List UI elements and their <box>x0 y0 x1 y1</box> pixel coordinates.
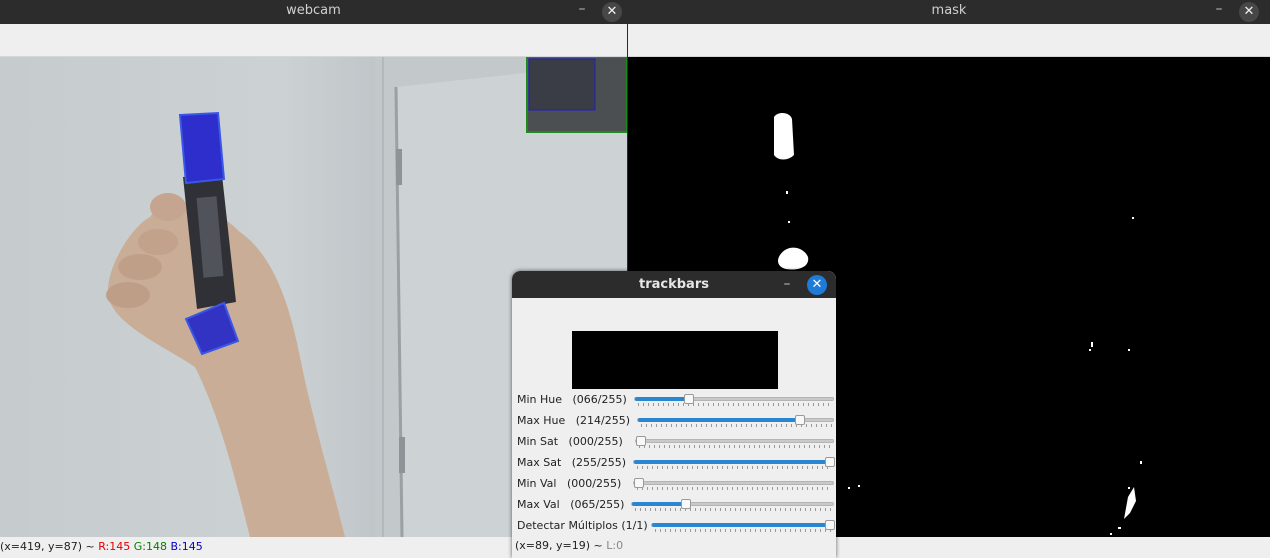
trackbar-min-val: Min Val (000/255) <box>512 474 836 495</box>
close-icon[interactable]: ✕ <box>807 275 827 295</box>
trackbar-label: Min Sat (000/255) <box>517 435 623 448</box>
mask-titlebar[interactable]: mask – ✕ <box>628 0 1270 24</box>
trackbar-detectar-multiplos: Detectar Múltiplos (1/1) <box>512 516 836 537</box>
minimize-icon[interactable]: – <box>1210 2 1228 20</box>
slider-fill <box>634 460 833 464</box>
minimize-icon[interactable]: – <box>573 2 591 20</box>
slider-track[interactable] <box>633 457 835 467</box>
trackbar-label: Min Hue (066/255) <box>517 393 627 406</box>
slider-track[interactable] <box>637 415 834 425</box>
pixel-g-value: G:148 <box>133 540 167 553</box>
trackbars-statusbar: (x=89, y=19) ~ L:0 <box>515 539 623 552</box>
webcam-titlebar[interactable]: webcam – ✕ <box>0 0 627 24</box>
trackbar-label: Max Hue (214/255) <box>517 414 631 427</box>
trackbar-min-hue: Min Hue (066/255) <box>512 390 836 411</box>
slider-ticks <box>637 466 832 469</box>
trackbar-label: Detectar Múltiplos (1/1) <box>517 519 648 532</box>
trackbar-max-hue: Max Hue (214/255) <box>512 411 836 432</box>
slider-ticks <box>638 403 832 406</box>
slider-ticks <box>655 529 832 532</box>
slider-ticks <box>637 487 832 490</box>
minimize-icon[interactable]: – <box>778 277 796 295</box>
slider-track[interactable] <box>651 520 835 530</box>
webcam-title: webcam <box>286 3 341 18</box>
slider-track[interactable] <box>635 436 834 446</box>
slider-track[interactable] <box>634 394 834 404</box>
slider-fill <box>635 397 686 401</box>
trackbar-max-sat: Max Sat (255/255) <box>512 453 836 474</box>
trackbar-max-val: Max Val (065/255) <box>512 495 836 516</box>
close-icon[interactable]: ✕ <box>1239 2 1259 22</box>
trackbar-label: Max Sat (255/255) <box>517 456 627 469</box>
trackbar-label: Min Val (000/255) <box>517 477 622 490</box>
slider-fill <box>638 418 802 422</box>
mask-toolbar <box>628 24 1270 57</box>
slider-ticks <box>639 445 832 448</box>
pixel-l-value: L:0 <box>606 539 624 552</box>
pixel-b-value: B:145 <box>170 540 203 553</box>
slider-fill <box>632 502 683 506</box>
slider-ticks <box>641 424 832 427</box>
slider-fill <box>652 523 833 527</box>
close-icon[interactable]: ✕ <box>602 2 622 22</box>
trackbar-min-sat: Min Sat (000/255) <box>512 432 836 453</box>
slider-track[interactable] <box>631 499 834 509</box>
slider-ticks <box>635 508 832 511</box>
cursor-coords: (x=89, y=19) ~ <box>515 539 603 552</box>
slider-track[interactable] <box>633 478 834 488</box>
trackbars-window: trackbars – ✕ Min Hue (066/255) Max Hue (… <box>512 271 836 558</box>
pixel-r-value: R:145 <box>98 540 131 553</box>
trackbars-titlebar[interactable]: trackbars – ✕ <box>512 271 836 298</box>
trackbars-preview <box>572 331 778 389</box>
mask-title: mask <box>931 3 967 18</box>
webcam-toolbar <box>0 24 627 57</box>
trackbar-label: Max Val (065/255) <box>517 498 625 511</box>
cursor-coords: (x=419, y=87) ~ <box>0 540 95 553</box>
